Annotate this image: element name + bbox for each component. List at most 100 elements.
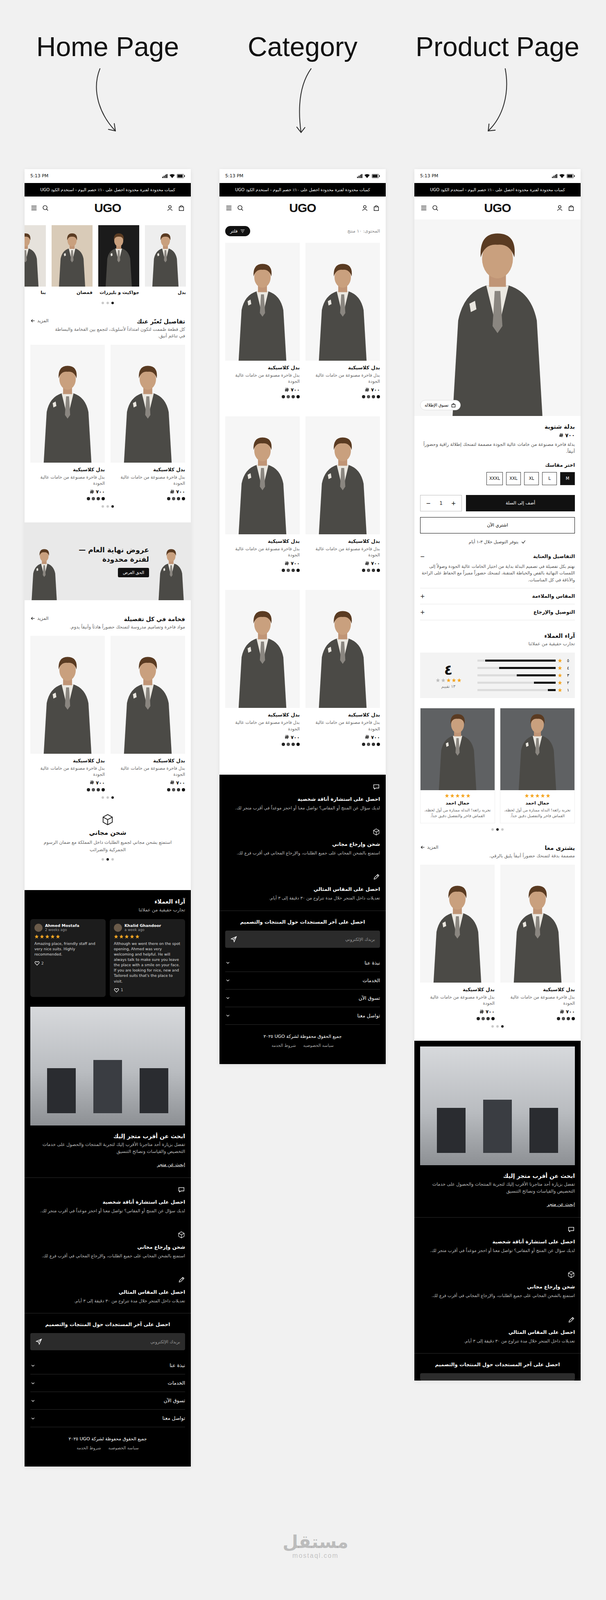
review-likes[interactable]: 1 <box>113 987 181 993</box>
review-card[interactable]: جمال احمدتجربة رائعة! البدلة ممتازة من أ… <box>420 707 496 824</box>
accordion-item[interactable]: التفاصيل والعناية−نهتم بكل تفصيلة في تصم… <box>420 548 575 589</box>
review-card[interactable]: Khalid Ghandoora week agoAlthough we wen… <box>109 919 186 997</box>
color-swatch[interactable] <box>371 742 376 747</box>
color-swatch[interactable] <box>96 788 100 792</box>
filter-button[interactable]: فلتر <box>225 226 251 237</box>
color-swatch[interactable] <box>296 568 300 573</box>
category-photo[interactable] <box>144 225 186 287</box>
color-swatch[interactable] <box>296 742 300 747</box>
product-card[interactable]: بدل كلاسيكيةبدل فاخرة مصنوعة من خامات عا… <box>225 590 300 746</box>
logo[interactable]: UGO <box>483 201 511 215</box>
product-photo[interactable] <box>500 864 575 983</box>
footer-link[interactable]: نبذة عنا <box>30 1356 186 1375</box>
footer-link[interactable]: الخدمات <box>225 972 380 990</box>
bag-icon[interactable] <box>177 204 186 212</box>
accordion-toggle[interactable]: − <box>420 553 426 560</box>
carousel-dot[interactable] <box>106 301 109 305</box>
accordion-item[interactable]: التوصيل والإرجاع+ <box>420 604 575 621</box>
logo[interactable]: UGO <box>94 201 121 215</box>
color-swatch[interactable] <box>291 742 295 747</box>
search-icon[interactable] <box>236 204 245 212</box>
color-swatch[interactable] <box>281 568 285 573</box>
color-swatch[interactable] <box>296 395 300 399</box>
color-swatch[interactable] <box>96 497 100 501</box>
footer-link[interactable]: تسوق الآن <box>30 1392 186 1410</box>
quantity-value[interactable]: 1 <box>439 500 443 507</box>
product-gallery[interactable]: تسوق الإطلالة <box>414 219 581 417</box>
color-swatch[interactable] <box>167 497 171 501</box>
product-card[interactable]: بدل كلاسيكيةبدل فاخرة مصنوعة من خامات عا… <box>110 344 186 501</box>
product-card[interactable]: بدل كلاسيكيةبدل فاخرة مصنوعة من خامات عا… <box>225 416 300 573</box>
color-swatch[interactable] <box>376 742 380 747</box>
category-photo[interactable] <box>24 225 46 287</box>
color-swatch[interactable] <box>171 788 176 792</box>
category-photo[interactable] <box>98 225 140 287</box>
color-swatch[interactable] <box>361 742 366 747</box>
banner-button[interactable]: الحق العرض <box>117 567 150 578</box>
product-name[interactable]: بدل كلاسيكية <box>30 757 105 764</box>
footer-link[interactable]: تسوق الآن <box>225 989 380 1008</box>
accordion-title[interactable]: المقاس والملاءمة <box>531 593 575 600</box>
color-swatch[interactable] <box>91 497 95 501</box>
footer-link[interactable]: نبذة عنا <box>225 954 380 973</box>
color-swatch[interactable] <box>361 568 366 573</box>
product-photo[interactable] <box>30 344 105 463</box>
color-swatch[interactable] <box>481 1017 485 1021</box>
size-option[interactable]: M <box>560 472 575 486</box>
user-icon[interactable] <box>556 204 564 212</box>
carousel-dot[interactable] <box>496 1025 499 1028</box>
product-card[interactable]: بدل كلاسيكيةبدل فاخرة مصنوعة من خامات عا… <box>225 242 300 399</box>
color-swatch[interactable] <box>286 742 290 747</box>
carousel-dot[interactable] <box>101 796 105 799</box>
product-card[interactable]: بدل كلاسيكيةبدل فاخرة مصنوعة من خامات عا… <box>30 635 105 792</box>
product-name[interactable]: بدل كلاسيكية <box>305 538 380 545</box>
product-name[interactable]: بدل كلاسيكية <box>30 466 105 473</box>
category-tile[interactable]: قمصان <box>51 225 93 296</box>
increase-button[interactable]: + <box>448 499 459 507</box>
product-photo[interactable] <box>110 344 186 463</box>
carousel-dot[interactable] <box>101 301 105 305</box>
send-icon[interactable] <box>230 935 238 943</box>
buy-now-button[interactable]: اشتري الآن <box>420 517 575 534</box>
color-swatch[interactable] <box>476 1017 480 1021</box>
color-swatch[interactable] <box>291 395 295 399</box>
product-photo[interactable] <box>305 416 380 535</box>
color-swatch[interactable] <box>571 1017 575 1021</box>
color-swatch[interactable] <box>86 497 91 501</box>
product-photo[interactable] <box>30 635 105 754</box>
footer-link[interactable]: تواصل معنا <box>225 1007 380 1025</box>
product-card[interactable]: بدل كلاسيكيةبدل فاخرة مصنوعة من خامات عا… <box>110 635 186 792</box>
accordion-toggle[interactable]: + <box>420 608 426 616</box>
legal-link[interactable]: سياسة الخصوصية <box>108 1445 139 1451</box>
add-to-cart-button[interactable]: أضف إلى السلة <box>465 495 575 512</box>
category-tile[interactable]: بدل <box>144 225 186 296</box>
legal-link[interactable]: شروط الخدمة <box>76 1445 101 1451</box>
search-icon[interactable] <box>41 204 50 212</box>
product-photo[interactable] <box>225 416 300 535</box>
promo-banner[interactable]: عروض نهاية العام —لفترة محدودةالحق العرض <box>24 522 191 601</box>
color-swatch[interactable] <box>91 788 95 792</box>
email-placeholder[interactable]: بريدك الإلكتروني <box>345 936 376 942</box>
color-swatch[interactable] <box>181 788 186 792</box>
color-swatch[interactable] <box>101 497 105 501</box>
legal-link[interactable]: شروط الخدمة <box>271 1043 296 1048</box>
email-placeholder[interactable]: بريدك الإلكتروني <box>150 1339 181 1345</box>
color-swatch[interactable] <box>181 497 186 501</box>
carousel-dot[interactable] <box>111 858 114 861</box>
color-swatch[interactable] <box>286 568 290 573</box>
menu-icon[interactable] <box>225 204 233 212</box>
email-input[interactable]: بريدك الإلكتروني <box>225 930 380 948</box>
carousel-dot[interactable] <box>106 505 109 508</box>
search-icon[interactable] <box>431 204 439 212</box>
product-name[interactable]: بدل كلاسيكية <box>110 757 186 764</box>
decrease-button[interactable]: − <box>423 499 434 507</box>
menu-icon[interactable] <box>30 204 38 212</box>
size-option[interactable]: XXL <box>506 472 521 486</box>
size-option[interactable]: XXXL <box>486 472 503 486</box>
product-name[interactable]: بدل كلاسيكية <box>500 986 575 993</box>
logo[interactable]: UGO <box>289 201 316 215</box>
category-label[interactable]: بدل <box>144 289 186 296</box>
category-label[interactable]: بنا <box>24 289 46 296</box>
color-swatch[interactable] <box>371 395 376 399</box>
more-link[interactable]: المزيد <box>30 318 49 324</box>
